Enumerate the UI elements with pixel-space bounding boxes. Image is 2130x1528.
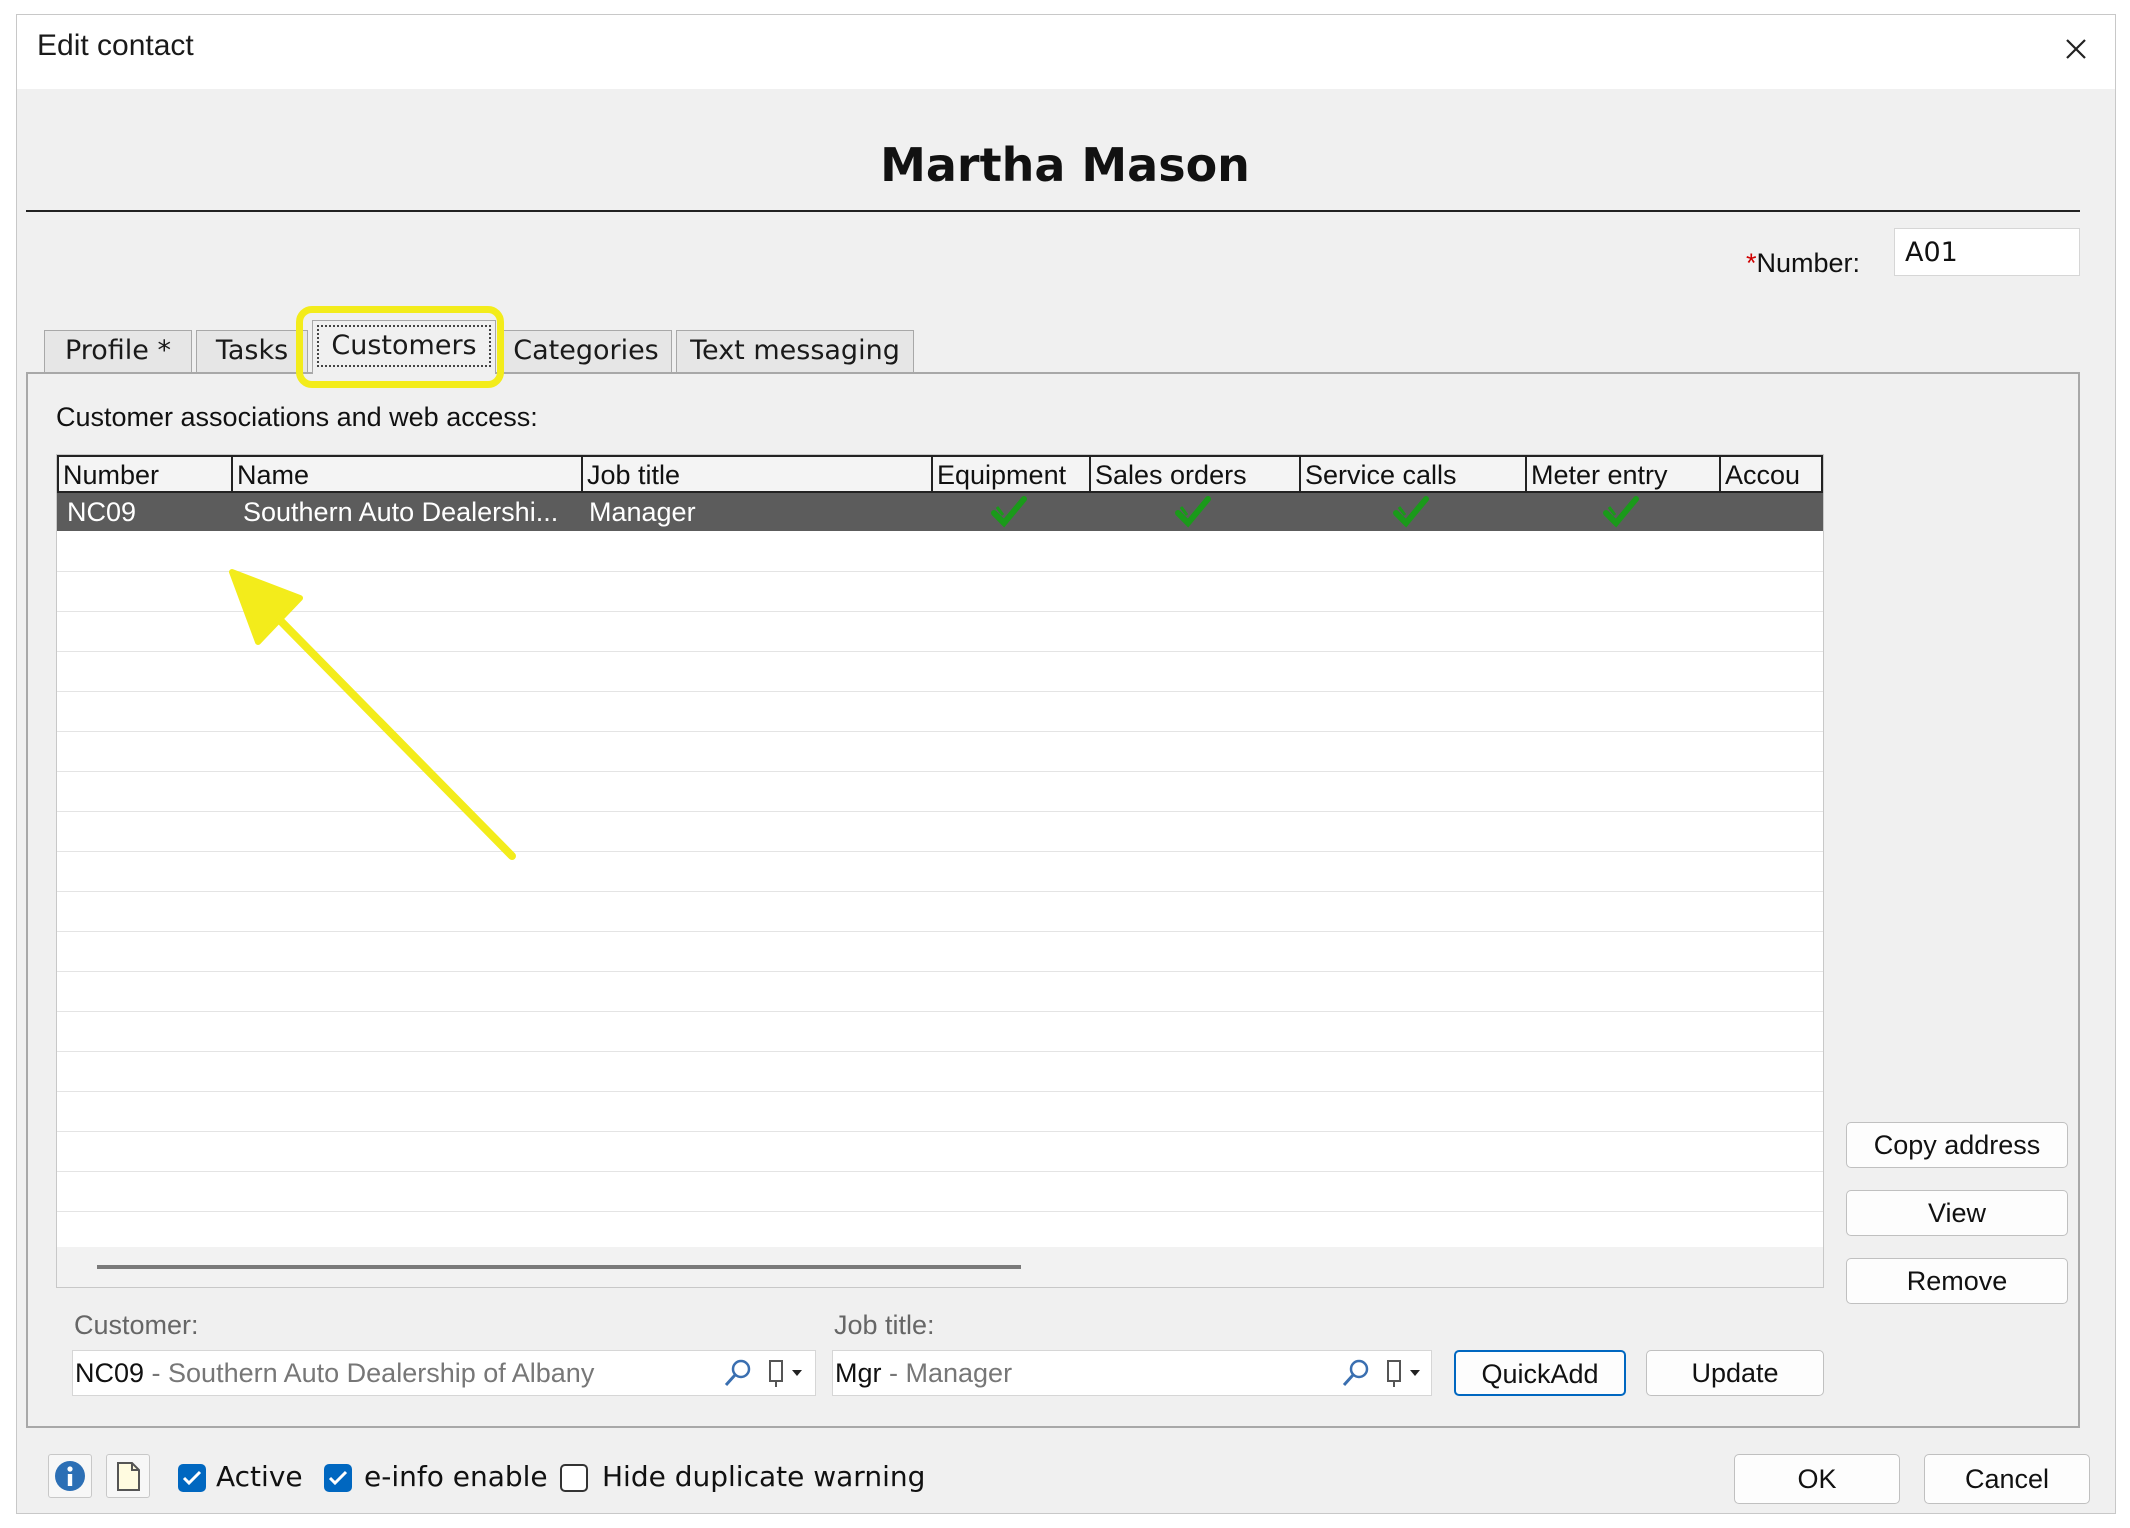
job-title-separator: - — [881, 1358, 906, 1388]
title-bar: Edit contact — [17, 15, 2115, 89]
grid-line — [57, 1011, 1823, 1012]
customer-field-label: Customer: — [74, 1310, 199, 1340]
tab-categories[interactable]: Categories — [500, 330, 672, 372]
col-header-account[interactable]: Accou — [1721, 457, 1823, 493]
notes-button[interactable] — [106, 1454, 150, 1498]
job-title-description: Manager — [905, 1358, 1013, 1388]
ok-button[interactable]: OK — [1734, 1454, 1900, 1504]
number-label-text: Number: — [1756, 248, 1861, 278]
tab-profile[interactable]: Profile * — [44, 330, 192, 372]
job-title-code: Mgr — [835, 1358, 882, 1388]
grid-header: Number Name Job title Equipment Sales or… — [57, 455, 1823, 493]
grid-line — [57, 1091, 1823, 1092]
view-button[interactable]: View — [1846, 1190, 2068, 1236]
table-row[interactable]: NC09 Southern Auto Dealershi... Manager — [57, 493, 1823, 531]
grid-line — [57, 651, 1823, 652]
document-icon — [117, 1462, 140, 1491]
number-field[interactable]: A01 — [1894, 228, 2080, 276]
dropdown-menu-icon[interactable] — [766, 1357, 810, 1389]
section-label: Customer associations and web access: — [56, 402, 538, 432]
cell-job-title: Manager — [589, 497, 696, 527]
customer-code: NC09 — [75, 1358, 145, 1388]
grid-line — [57, 691, 1823, 692]
scrollbar-thumb[interactable] — [97, 1265, 1021, 1269]
service-calls-check-icon — [1393, 496, 1429, 528]
hide-duplicate-warning-checkbox[interactable] — [560, 1464, 588, 1492]
hide-duplicate-warning-label: Hide duplicate warning — [602, 1460, 926, 1493]
grid-line — [57, 1171, 1823, 1172]
remove-button[interactable]: Remove — [1846, 1258, 2068, 1304]
col-header-sales-orders[interactable]: Sales orders — [1091, 457, 1301, 493]
grid-line — [57, 811, 1823, 812]
update-button[interactable]: Update — [1646, 1350, 1824, 1396]
grid-line — [57, 891, 1823, 892]
info-icon — [55, 1461, 85, 1491]
customer-description: Southern Auto Dealership of Albany — [168, 1358, 595, 1388]
grid-line — [57, 611, 1823, 612]
tab-text-messaging[interactable]: Text messaging — [676, 330, 914, 372]
customer-field[interactable]: NC09 - Southern Auto Dealership of Alban… — [72, 1350, 816, 1396]
contact-name-heading: Martha Mason — [880, 138, 1250, 192]
customer-grid[interactable]: Number Name Job title Equipment Sales or… — [56, 454, 1824, 1288]
quickadd-button[interactable]: QuickAdd — [1454, 1350, 1626, 1396]
cell-number: NC09 — [67, 497, 137, 527]
grid-line — [57, 1211, 1823, 1212]
grid-line — [57, 931, 1823, 932]
grid-line — [57, 1051, 1823, 1052]
col-header-meter-entry[interactable]: Meter entry — [1527, 457, 1721, 493]
number-label: *Number: — [1746, 248, 1860, 279]
window-title: Edit contact — [37, 29, 194, 62]
checkmark-icon — [328, 1470, 348, 1486]
required-marker: * — [1746, 248, 1757, 278]
grid-line — [57, 1131, 1823, 1132]
search-icon[interactable] — [722, 1357, 754, 1389]
close-button[interactable] — [2051, 25, 2101, 73]
customer-field-icons — [722, 1350, 810, 1396]
active-checkbox[interactable] — [178, 1464, 206, 1492]
cancel-button[interactable]: Cancel — [1924, 1454, 2090, 1504]
sales-orders-check-icon — [1175, 496, 1211, 528]
active-label: Active — [216, 1460, 303, 1493]
job-title-field-label: Job title: — [834, 1310, 935, 1340]
info-button[interactable] — [48, 1454, 92, 1498]
heading-divider — [26, 210, 2080, 212]
tab-tasks[interactable]: Tasks — [196, 330, 308, 372]
search-icon[interactable] — [1340, 1357, 1372, 1389]
einfo-enable-label: e-info enable — [364, 1460, 548, 1493]
col-header-name[interactable]: Name — [233, 457, 583, 493]
customer-separator: - — [144, 1358, 169, 1388]
col-header-service-calls[interactable]: Service calls — [1301, 457, 1527, 493]
close-icon — [2066, 39, 2086, 59]
meter-entry-check-icon — [1603, 496, 1639, 528]
checkmark-icon — [182, 1470, 202, 1486]
grid-line — [57, 571, 1823, 572]
equipment-check-icon — [991, 496, 1027, 528]
copy-address-button[interactable]: Copy address — [1846, 1122, 2068, 1168]
col-header-equipment[interactable]: Equipment — [933, 457, 1091, 493]
col-header-job-title[interactable]: Job title — [583, 457, 933, 493]
cell-name: Southern Auto Dealershi... — [243, 497, 559, 527]
grid-line — [57, 731, 1823, 732]
einfo-enable-checkbox[interactable] — [324, 1464, 352, 1492]
col-header-number[interactable]: Number — [59, 457, 233, 493]
grid-line — [57, 971, 1823, 972]
horizontal-scrollbar[interactable] — [57, 1247, 1823, 1287]
dropdown-menu-icon[interactable] — [1384, 1357, 1428, 1389]
job-title-field-icons — [1340, 1350, 1428, 1396]
grid-line — [57, 851, 1823, 852]
annotation-highlight — [296, 306, 504, 388]
grid-line — [57, 771, 1823, 772]
